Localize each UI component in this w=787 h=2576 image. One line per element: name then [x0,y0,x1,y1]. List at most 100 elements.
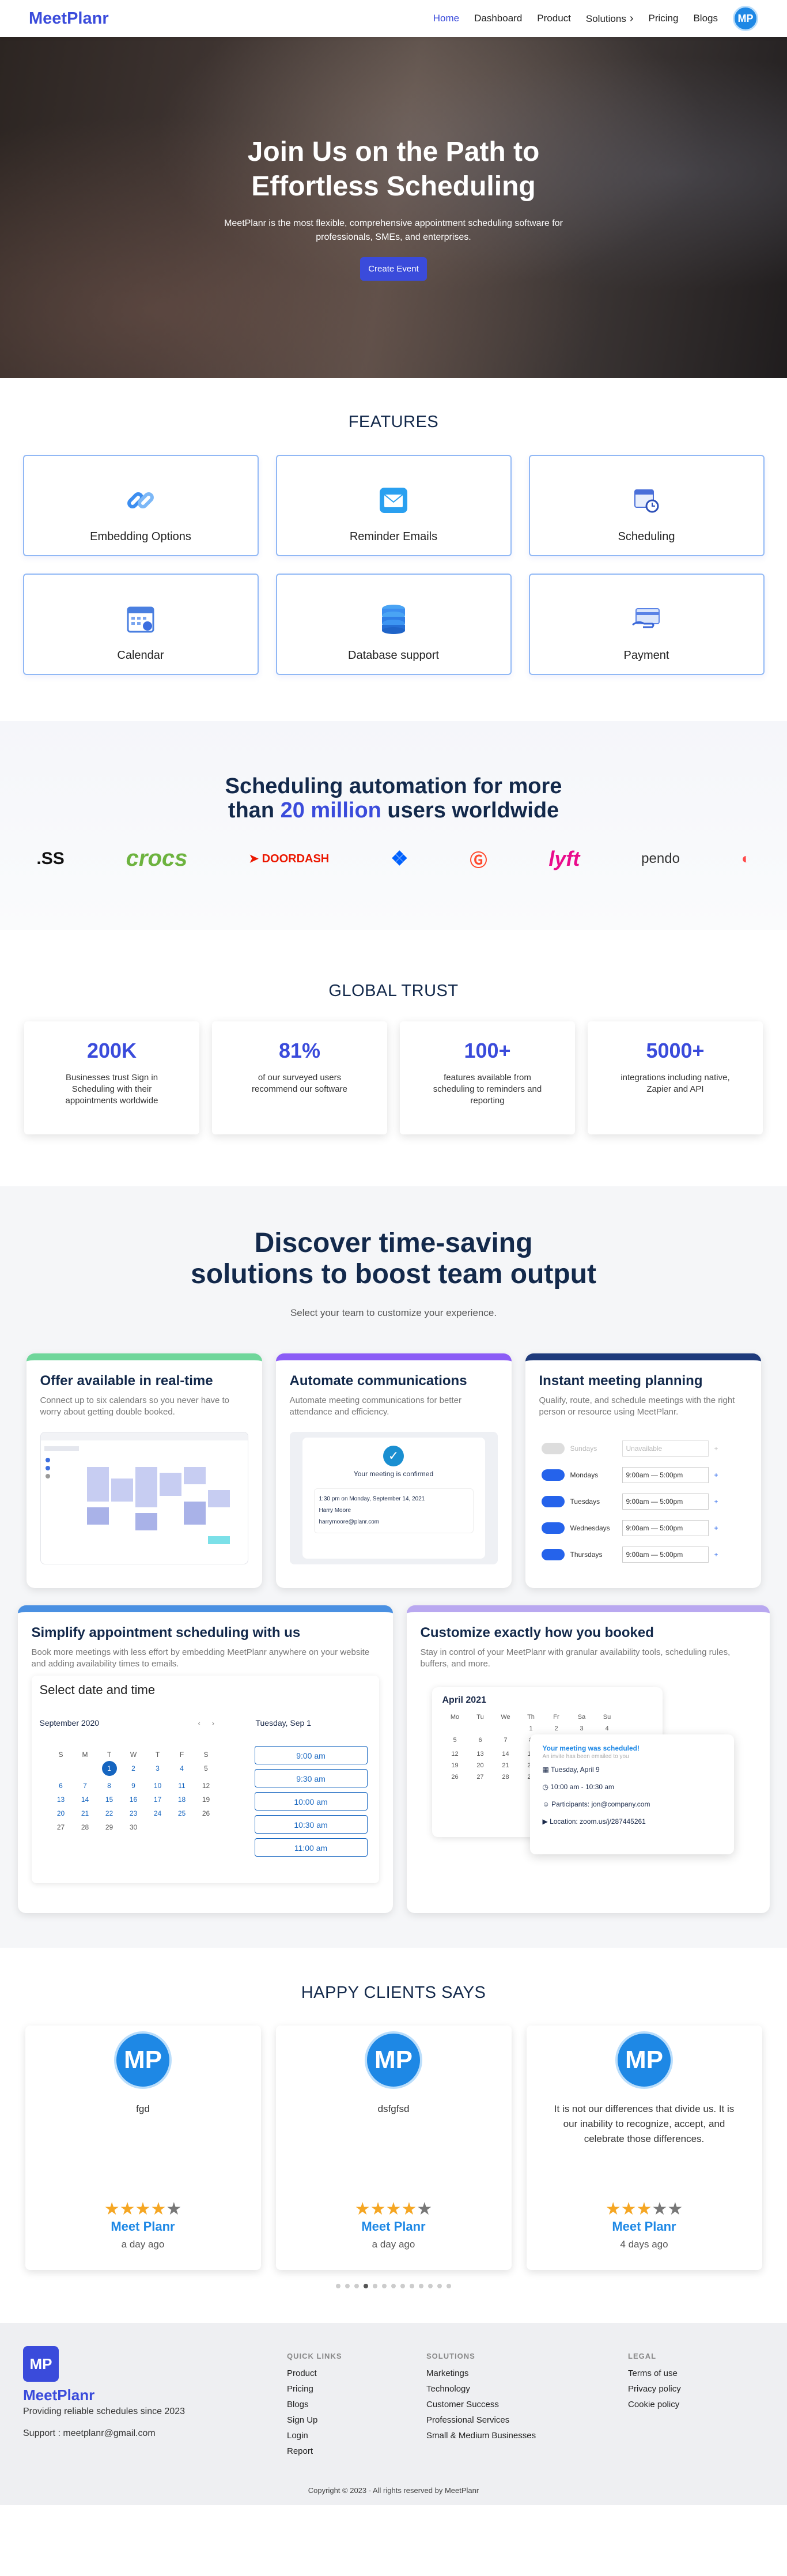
calendar-day[interactable]: 11 [170,1782,194,1790]
footer-link[interactable]: Sign Up [287,2415,342,2425]
nav-solutions[interactable]: Solutions › [586,12,634,25]
plus-icon[interactable]: + [714,1551,718,1559]
calendar-day[interactable]: 4 [170,1764,194,1776]
feature-card-database[interactable]: Database support [275,574,512,675]
footer-link[interactable]: Blogs [287,2400,342,2409]
calendar-day[interactable]: 19 [442,1762,468,1769]
time-range[interactable]: 9:00am — 5:00pm [622,1547,709,1563]
feature-card-calendar[interactable]: Calendar [22,574,259,675]
time-range[interactable]: Unavailable [622,1440,709,1457]
carousel-dot[interactable] [382,2284,387,2288]
calendar-day[interactable]: 14 [73,1796,97,1804]
calendar-day[interactable]: 3 [569,1725,595,1732]
calendar-day[interactable]: 8 [97,1782,122,1790]
calendar-day[interactable]: 12 [442,1751,468,1757]
nav-home[interactable]: Home [433,13,459,24]
chevron-left-icon[interactable]: ‹ [198,1718,200,1728]
plus-icon[interactable]: + [714,1471,718,1479]
time-slot-button[interactable]: 9:30 am [254,1769,368,1787]
footer-link[interactable]: Small & Medium Businesses [426,2431,536,2441]
carousel-dot[interactable] [391,2284,396,2288]
footer-link[interactable]: Marketings [426,2368,536,2378]
plus-icon[interactable]: + [714,1498,718,1506]
calendar-day[interactable]: 6 [468,1737,493,1746]
calendar-day[interactable]: 22 [97,1809,122,1817]
calendar-day[interactable]: 25 [170,1809,194,1817]
calendar-day[interactable]: 4 [595,1725,620,1732]
calendar-day[interactable]: 6 [49,1782,73,1790]
calendar-day[interactable]: 21 [493,1762,519,1769]
calendar-day[interactable]: 1 [519,1725,544,1732]
calendar-day[interactable]: 14 [493,1751,519,1757]
toggle-on[interactable] [541,1522,565,1534]
carousel-dot[interactable] [447,2284,451,2288]
time-slot-button[interactable]: 10:30 am [254,1815,368,1834]
feature-card-scheduling[interactable]: Scheduling [528,455,765,556]
calendar-day[interactable]: 5 [442,1737,468,1746]
carousel-dot[interactable] [364,2284,368,2288]
footer-link[interactable]: Technology [426,2384,536,2394]
solution-card-customize[interactable]: Customize exactly how you booked Stay in… [406,1605,770,1913]
calendar-day[interactable]: 29 [97,1823,122,1831]
calendar-day[interactable]: 10 [146,1782,170,1790]
user-avatar[interactable]: MP [733,6,758,31]
calendar-day[interactable]: 13 [49,1796,73,1804]
footer-link[interactable]: Customer Success [426,2400,536,2409]
footer-link[interactable]: Pricing [287,2384,342,2394]
carousel-dot[interactable] [419,2284,423,2288]
calendar-day[interactable]: 27 [468,1774,493,1781]
footer-support[interactable]: Support : meetplanr@gmail.com [23,2428,185,2439]
calendar-day[interactable]: 7 [73,1782,97,1790]
solution-card-simplify[interactable]: Simplify appointment scheduling with us … [17,1605,393,1913]
nav-pricing[interactable]: Pricing [649,13,679,24]
footer-link[interactable]: Report [287,2446,342,2456]
feature-card-reminder[interactable]: Reminder Emails [275,455,512,556]
calendar-day[interactable]: 24 [146,1809,170,1817]
carousel-dot[interactable] [345,2284,350,2288]
solution-card-planning[interactable]: Instant meeting planning Qualify, route,… [525,1353,761,1588]
nav-product[interactable]: Product [537,13,571,24]
carousel-dot[interactable] [373,2284,377,2288]
carousel-dot[interactable] [428,2284,433,2288]
footer-link[interactable]: Terms of use [628,2368,681,2378]
carousel-dot[interactable] [400,2284,405,2288]
toggle-off[interactable] [541,1443,565,1454]
footer-link[interactable]: Cookie policy [628,2400,681,2409]
calendar-day[interactable]: 7 [493,1737,519,1746]
calendar-day[interactable]: 13 [468,1751,493,1757]
calendar-day[interactable]: 17 [146,1796,170,1804]
calendar-day[interactable]: 23 [122,1809,146,1817]
solution-card-realtime[interactable]: Offer available in real-time Connect up … [26,1353,262,1588]
feature-card-embedding[interactable]: Embedding Options [22,455,259,556]
time-range[interactable]: 9:00am — 5:00pm [622,1520,709,1536]
plus-icon[interactable]: + [714,1444,718,1453]
calendar-day[interactable]: 5 [194,1764,218,1776]
nav-dashboard[interactable]: Dashboard [474,13,522,24]
toggle-on[interactable] [541,1549,565,1560]
chevron-right-icon[interactable]: › [211,1718,214,1728]
footer-link[interactable]: Login [287,2431,342,2441]
carousel-dot[interactable] [354,2284,359,2288]
solution-card-communications[interactable]: Automate communications Automate meeting… [275,1353,512,1588]
calendar-day[interactable]: 19 [194,1796,218,1804]
calendar-day[interactable]: 20 [49,1809,73,1817]
calendar-day[interactable]: 28 [73,1823,97,1831]
create-event-button[interactable]: Create Event [360,257,427,281]
calendar-day[interactable]: 12 [194,1782,218,1790]
plus-icon[interactable]: + [714,1524,718,1532]
calendar-day[interactable]: 26 [442,1774,468,1781]
time-range[interactable]: 9:00am — 5:00pm [622,1493,709,1510]
toggle-on[interactable] [541,1496,565,1507]
calendar-day[interactable]: 16 [122,1796,146,1804]
calendar-day[interactable]: 18 [170,1796,194,1804]
carousel-dot[interactable] [410,2284,414,2288]
time-range[interactable]: 9:00am — 5:00pm [622,1467,709,1483]
calendar-day[interactable]: 9 [122,1782,146,1790]
calendar-day[interactable]: 2 [544,1725,569,1732]
footer-link[interactable]: Privacy policy [628,2384,681,2394]
brand-logo[interactable]: MeetPlanr [29,9,109,28]
calendar-day[interactable]: 15 [97,1796,122,1804]
calendar-day[interactable]: 1 [101,1761,117,1776]
nav-blogs[interactable]: Blogs [693,13,718,24]
time-slot-button[interactable]: 9:00 am [254,1746,368,1764]
